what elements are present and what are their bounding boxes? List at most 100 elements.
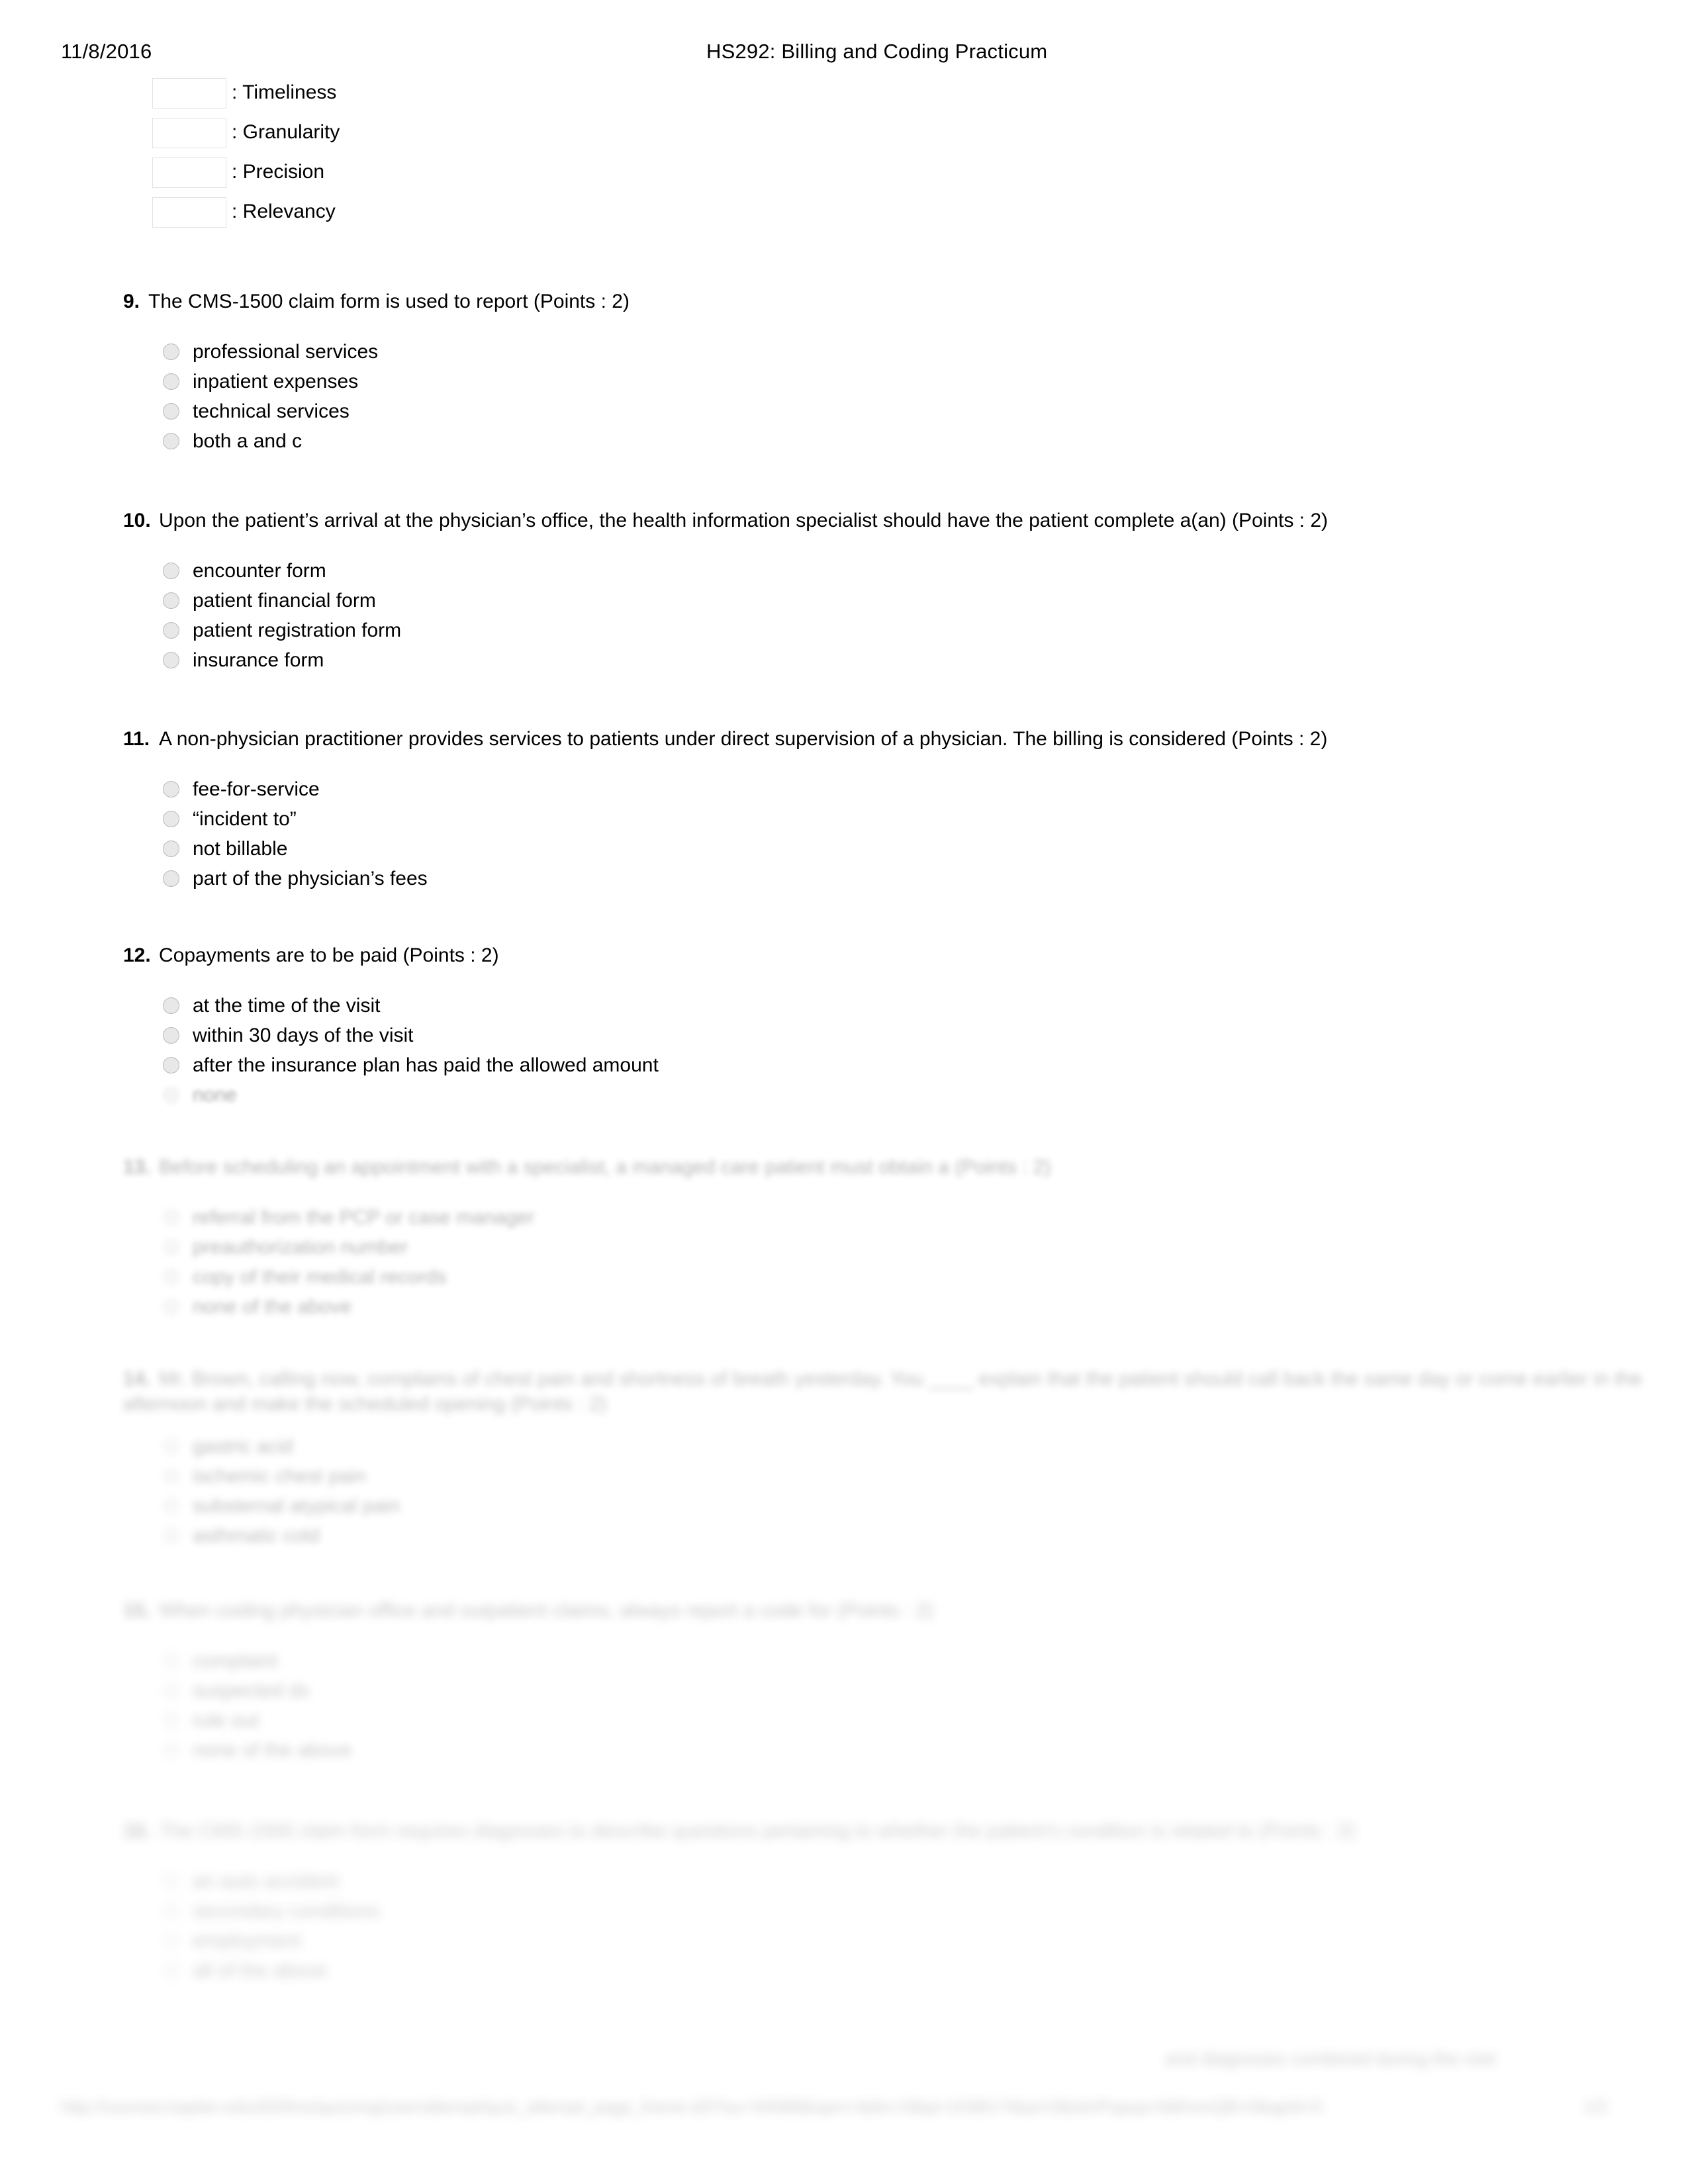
radio-button-icon[interactable] (163, 373, 179, 390)
question-13-stem: 13. Before scheduling an appointment wit… (0, 1155, 1688, 1180)
question-10: 10. Upon the patient’s arrival at the ph… (0, 508, 1688, 675)
option-row[interactable]: none of the above (163, 1292, 1688, 1322)
matching-blank-input-0[interactable] (152, 78, 226, 109)
question-16: 16. The CMS-1500 claim form requires dia… (0, 1819, 1688, 1985)
radio-button-icon[interactable] (163, 652, 179, 668)
radio-button-icon[interactable] (163, 1682, 179, 1699)
option-label: employment (193, 1930, 301, 1952)
option-row[interactable]: substernal atypical pain (163, 1491, 1688, 1521)
matching-blank-input-1[interactable] (152, 118, 226, 148)
option-row[interactable]: all of the above (163, 1956, 1688, 1985)
option-row[interactable]: insurance form (163, 645, 1688, 675)
question-14-stem: 14. Mr. Brown, calling now, complains of… (0, 1367, 1688, 1392)
option-row[interactable]: preauthorization number (163, 1232, 1688, 1262)
option-row[interactable]: encounter form (163, 556, 1688, 586)
matching-blank-input-2[interactable] (152, 158, 226, 188)
option-row[interactable]: not billable (163, 834, 1688, 864)
option-label: rule out (193, 1709, 259, 1731)
option-row[interactable]: patient registration form (163, 615, 1688, 645)
option-row[interactable]: complaint (163, 1646, 1688, 1676)
question-12-text: Copayments are to be paid (Points : 2) (159, 944, 499, 966)
option-row[interactable]: secondary conditions (163, 1896, 1688, 1926)
option-row[interactable]: within 30 days of the visit (163, 1021, 1688, 1050)
radio-button-icon[interactable] (163, 433, 179, 449)
matching-label-3: : Relevancy (232, 201, 336, 222)
option-label: copy of their medical records (193, 1266, 447, 1288)
radio-button-icon[interactable] (163, 1087, 179, 1103)
footer-note: and diagnoses combined during the visit (1165, 2048, 1496, 2069)
option-label: an auto accident (193, 1870, 339, 1892)
option-row[interactable]: patient financial form (163, 586, 1688, 615)
question-12-number: 12. (123, 944, 151, 966)
option-row[interactable]: none of the above (163, 1735, 1688, 1765)
question-14-text: Mr. Brown, calling now, complains of che… (159, 1368, 1642, 1390)
radio-button-icon[interactable] (163, 592, 179, 609)
question-12-stem: 12. Copayments are to be paid (Points : … (0, 943, 1688, 968)
option-label: ischemic chest pain (193, 1465, 366, 1487)
radio-button-icon[interactable] (163, 811, 179, 827)
radio-button-icon[interactable] (163, 1269, 179, 1285)
question-16-options: an auto accident secondary conditions em… (0, 1866, 1688, 1985)
radio-button-icon[interactable] (163, 1209, 179, 1226)
option-label: referral from the PCP or case manager (193, 1206, 535, 1228)
option-row[interactable]: none (163, 1080, 1688, 1110)
matching-label-2: : Precision (232, 161, 325, 183)
question-11-number: 11. (123, 728, 150, 750)
option-row[interactable]: asthmatic cold (163, 1521, 1688, 1551)
radio-button-icon[interactable] (163, 563, 179, 579)
radio-button-icon[interactable] (163, 1057, 179, 1073)
radio-button-icon[interactable] (163, 1962, 179, 1979)
option-row[interactable]: at the time of the visit (163, 991, 1688, 1021)
radio-button-icon[interactable] (163, 1527, 179, 1544)
option-row[interactable]: inpatient expenses (163, 367, 1688, 396)
option-label: none (193, 1084, 237, 1106)
option-row[interactable]: rule out (163, 1706, 1688, 1735)
exam-page: 11/8/2016 HS292: Billing and Coding Prac… (0, 0, 1688, 2184)
radio-button-icon[interactable] (163, 1742, 179, 1758)
radio-button-icon[interactable] (163, 1438, 179, 1455)
option-row[interactable]: “incident to” (163, 804, 1688, 834)
radio-button-icon[interactable] (163, 841, 179, 857)
radio-button-icon[interactable] (163, 870, 179, 887)
radio-button-icon[interactable] (163, 403, 179, 420)
matching-row: : Relevancy (0, 193, 1688, 233)
radio-button-icon[interactable] (163, 1933, 179, 1949)
radio-button-icon[interactable] (163, 622, 179, 639)
radio-button-icon[interactable] (163, 1468, 179, 1484)
matching-blank-input-3[interactable] (152, 197, 226, 228)
radio-button-icon[interactable] (163, 1027, 179, 1044)
radio-button-icon[interactable] (163, 781, 179, 797)
option-row[interactable]: suspected dx (163, 1676, 1688, 1706)
option-label: part of the physician’s fees (193, 868, 428, 889)
option-row[interactable]: gastric acid (163, 1432, 1688, 1461)
option-label: substernal atypical pain (193, 1495, 400, 1517)
option-row[interactable]: ischemic chest pain (163, 1461, 1688, 1491)
radio-button-icon[interactable] (163, 1903, 179, 1919)
option-row[interactable]: professional services (163, 337, 1688, 367)
option-row[interactable]: technical services (163, 396, 1688, 426)
option-row[interactable]: copy of their medical records (163, 1262, 1688, 1292)
radio-button-icon[interactable] (163, 1873, 179, 1889)
radio-button-icon[interactable] (163, 1498, 179, 1514)
option-label: “incident to” (193, 808, 297, 830)
option-row[interactable]: referral from the PCP or case manager (163, 1203, 1688, 1232)
matching-row: : Timeliness (0, 74, 1688, 114)
question-14-options: gastric acid ischemic chest pain subster… (0, 1432, 1688, 1551)
option-row[interactable]: both a and c (163, 426, 1688, 456)
option-row[interactable]: part of the physician’s fees (163, 864, 1688, 893)
option-row[interactable]: fee-for-service (163, 774, 1688, 804)
question-9-stem: 9. The CMS-1500 claim form is used to re… (0, 289, 1688, 314)
matching-row: : Precision (0, 154, 1688, 193)
document-header: 11/8/2016 HS292: Billing and Coding Prac… (0, 38, 1688, 69)
option-row[interactable]: after the insurance plan has paid the al… (163, 1050, 1688, 1080)
radio-button-icon[interactable] (163, 1239, 179, 1255)
radio-button-icon[interactable] (163, 1653, 179, 1669)
option-label: none of the above (193, 1296, 352, 1318)
radio-button-icon[interactable] (163, 343, 179, 360)
option-label: encounter form (193, 560, 326, 582)
radio-button-icon[interactable] (163, 1712, 179, 1729)
radio-button-icon[interactable] (163, 997, 179, 1014)
option-row[interactable]: an auto accident (163, 1866, 1688, 1896)
radio-button-icon[interactable] (163, 1298, 179, 1315)
option-row[interactable]: employment (163, 1926, 1688, 1956)
